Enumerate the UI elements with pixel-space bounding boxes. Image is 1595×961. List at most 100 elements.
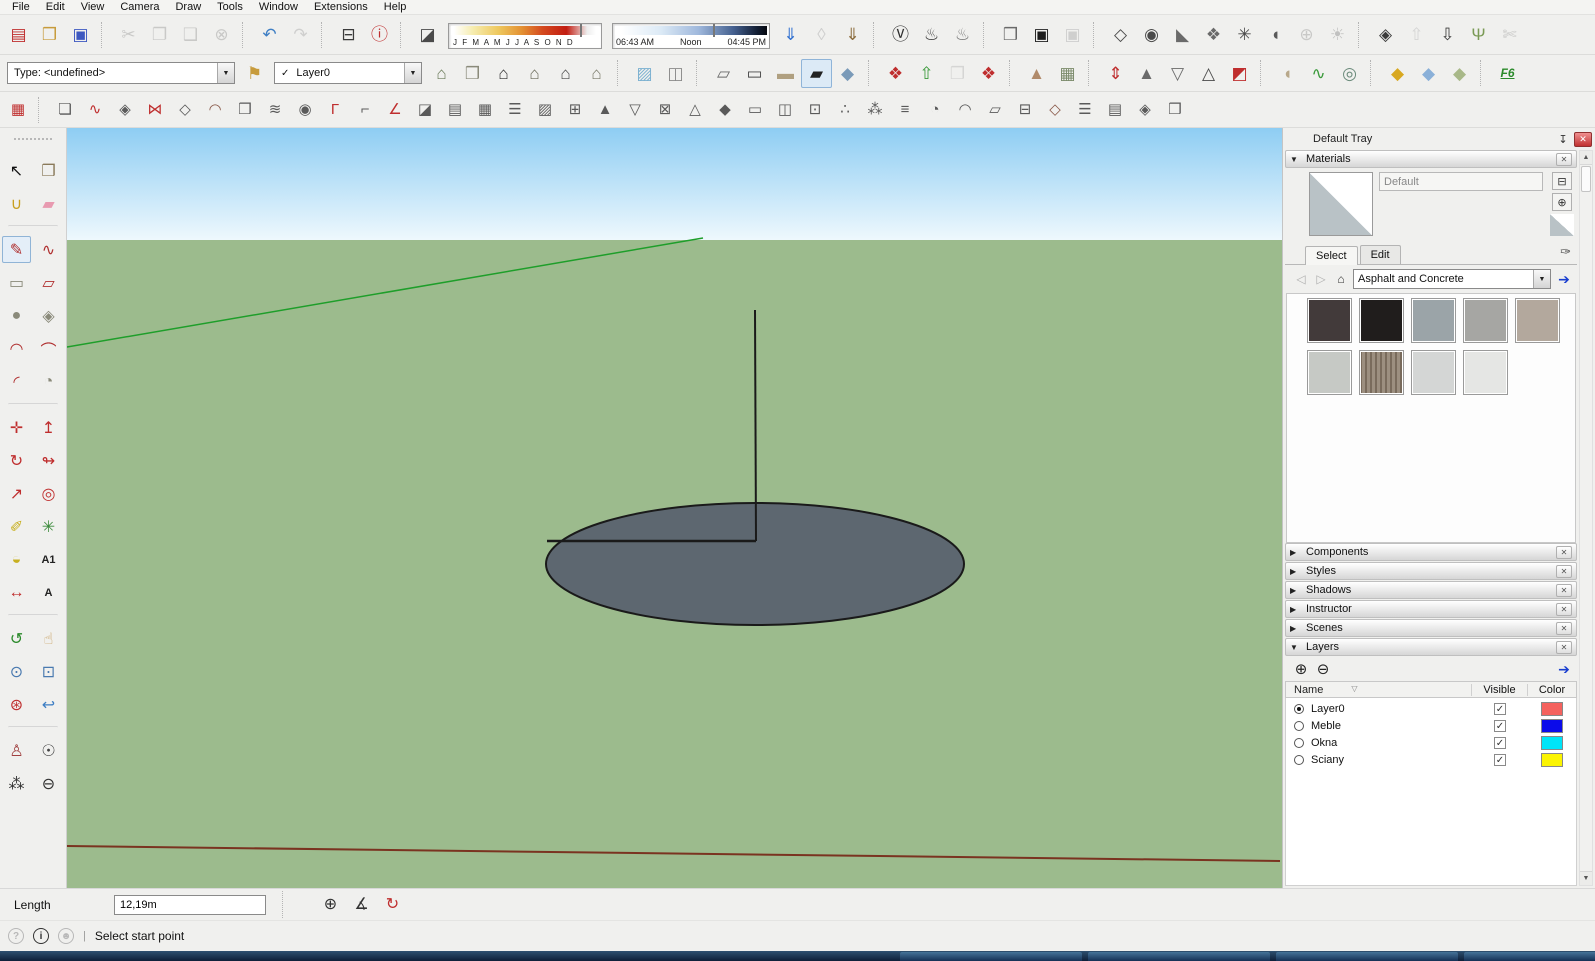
- material-swatch[interactable]: [1463, 298, 1508, 343]
- material-swatch[interactable]: [1359, 298, 1404, 343]
- plugin-tool-36-icon[interactable]: ▤: [1100, 96, 1130, 123]
- pie-tool[interactable]: ◔: [34, 368, 63, 395]
- vray-sphere-icon[interactable]: ⊕: [1291, 20, 1322, 49]
- vray-dome-light-icon[interactable]: ◖: [1260, 20, 1291, 49]
- plugin-tool-31-icon[interactable]: ◠: [950, 96, 980, 123]
- follow-me-tool[interactable]: ↬: [34, 447, 63, 474]
- date-slider-handle[interactable]: [580, 24, 582, 37]
- sandbox-flip-edge-icon[interactable]: ◩: [1224, 59, 1255, 88]
- plugin-tool-37-icon[interactable]: ◈: [1130, 96, 1160, 123]
- shaded-with-textures-icon[interactable]: ▰: [801, 59, 832, 88]
- vray-interactive-render-icon[interactable]: ♨: [947, 20, 978, 49]
- section-close-button[interactable]: ✕: [1556, 584, 1572, 597]
- add-location-icon[interactable]: ⇓: [775, 20, 806, 49]
- secondary-pane-button[interactable]: ⊟: [1552, 172, 1572, 190]
- tab-select[interactable]: Select: [1305, 246, 1358, 265]
- tray-section-header[interactable]: ▶ Styles ✕: [1285, 562, 1577, 580]
- soap-skin-box-green-icon[interactable]: ◆: [1444, 59, 1475, 88]
- expand-arrow-icon[interactable]: ▶: [1290, 586, 1300, 595]
- layer-radio[interactable]: [1294, 738, 1304, 748]
- photo-textures-icon[interactable]: ⇓: [837, 20, 868, 49]
- layer-name[interactable]: Okna: [1311, 737, 1472, 749]
- copy-icon[interactable]: ❐: [144, 20, 175, 49]
- plugin-tool-17-icon[interactable]: ▨: [530, 96, 560, 123]
- collapse-arrow-icon[interactable]: ▼: [1290, 643, 1300, 652]
- share-model-icon[interactable]: ❖: [880, 59, 911, 88]
- vray-sun-icon[interactable]: ☀: [1322, 20, 1353, 49]
- text-tool[interactable]: A1: [34, 546, 63, 573]
- plugin-tool-23-icon[interactable]: ◆: [710, 96, 740, 123]
- protractor-tool[interactable]: ◒: [2, 546, 31, 573]
- menu-item[interactable]: Draw: [167, 0, 209, 14]
- view-left-icon[interactable]: ❒: [457, 59, 488, 88]
- plugin-tool-29-icon[interactable]: ≡: [890, 96, 920, 123]
- soap-skin-box-yellow-icon[interactable]: ◆: [1382, 59, 1413, 88]
- plugin-tool-15-icon[interactable]: ▦: [470, 96, 500, 123]
- vray-render-icon[interactable]: ♨: [916, 20, 947, 49]
- plugin-tool-24-icon[interactable]: ▭: [740, 96, 770, 123]
- share-component-icon[interactable]: ⇧: [911, 59, 942, 88]
- circle-tool[interactable]: ●: [2, 302, 31, 329]
- layers-section-header[interactable]: ▼ Layers ✕: [1285, 638, 1577, 656]
- view-top-icon[interactable]: ⌂: [519, 59, 550, 88]
- plugin-tool-25-icon[interactable]: ◫: [770, 96, 800, 123]
- material-name-field[interactable]: [1379, 172, 1543, 191]
- material-swatch[interactable]: [1307, 298, 1352, 343]
- back-arrow-icon[interactable]: ◁: [1293, 271, 1309, 287]
- layer-name[interactable]: Meble: [1311, 720, 1472, 732]
- layer-name[interactable]: Sciany: [1311, 754, 1472, 766]
- rotated-rectangle-tool[interactable]: ▱: [34, 269, 63, 296]
- tray-close-button[interactable]: ✕: [1574, 132, 1592, 147]
- add-layer-button[interactable]: ⊕: [1293, 661, 1309, 677]
- visible-checkbox[interactable]: ✓: [1494, 737, 1506, 749]
- plugin-tool-11-icon[interactable]: ⌐: [350, 96, 380, 123]
- tab-edit[interactable]: Edit: [1360, 245, 1401, 264]
- expand-arrow-icon[interactable]: ▶: [1290, 567, 1300, 576]
- menu-item[interactable]: View: [73, 0, 113, 14]
- paint-bucket-tool[interactable]: ∪: [2, 190, 31, 217]
- plugin-tool-26-icon[interactable]: ⊡: [800, 96, 830, 123]
- section-close-button[interactable]: ✕: [1556, 565, 1572, 578]
- tray-section-header[interactable]: ▶ Components ✕: [1285, 543, 1577, 561]
- taskbar-button[interactable]: [1276, 952, 1458, 961]
- visible-checkbox[interactable]: ✓: [1494, 754, 1506, 766]
- scroll-down-icon[interactable]: ▼: [1580, 871, 1592, 885]
- dimension-tool[interactable]: ↔: [2, 579, 31, 606]
- plugin-tool-34-icon[interactable]: ◇: [1040, 96, 1070, 123]
- sandbox-from-scratch-icon[interactable]: ▦: [1052, 59, 1083, 88]
- materials-close-button[interactable]: ✕: [1556, 153, 1572, 166]
- zoom-window-tool[interactable]: ⊡: [34, 658, 63, 685]
- vray-spot-light-icon[interactable]: ◣: [1167, 20, 1198, 49]
- make-component-tool[interactable]: ❒: [34, 157, 63, 184]
- scroll-up-icon[interactable]: ▲: [1580, 151, 1592, 165]
- redo-icon[interactable]: ↷: [285, 20, 316, 49]
- tape-measure-tool[interactable]: ✐: [2, 513, 31, 540]
- angular-protractor-icon[interactable]: ⊕: [315, 891, 346, 918]
- vray-frame-buffer-icon[interactable]: ▣: [1026, 20, 1057, 49]
- wireframe-icon[interactable]: ▱: [708, 59, 739, 88]
- plugin-tool-30-icon[interactable]: ◔: [920, 96, 950, 123]
- layer-row[interactable]: Okna ✓: [1286, 734, 1576, 751]
- tray-section-header[interactable]: ▶ Instructor ✕: [1285, 600, 1577, 618]
- plugin-tool-27-icon[interactable]: ∴: [830, 96, 860, 123]
- tray-scrollbar[interactable]: ▲ ▼: [1579, 150, 1593, 886]
- menu-item[interactable]: Extensions: [306, 0, 376, 14]
- save-icon[interactable]: ▣: [65, 20, 96, 49]
- layer-color-swatch[interactable]: [1541, 719, 1563, 733]
- plugin-tool-07-icon[interactable]: ❒: [230, 96, 260, 123]
- position-camera-tool[interactable]: ♙: [2, 737, 31, 764]
- plugin-tool-12-icon[interactable]: ∠: [380, 96, 410, 123]
- layers-details-icon[interactable]: ➔: [1555, 661, 1573, 678]
- model-viewport[interactable]: [67, 128, 1282, 888]
- view-front-icon[interactable]: ⌂: [488, 59, 519, 88]
- plugin-tool-19-icon[interactable]: ▲: [590, 96, 620, 123]
- shaded-icon[interactable]: ▬: [770, 59, 801, 88]
- freehand-tool[interactable]: ∿: [34, 236, 63, 263]
- vray-import-proxy-icon[interactable]: ⇩: [1432, 20, 1463, 49]
- menu-item[interactable]: Tools: [209, 0, 251, 14]
- create-material-button[interactable]: ⊕: [1552, 193, 1572, 211]
- vray-asset-editor-icon[interactable]: ❒: [995, 20, 1026, 49]
- pin-icon[interactable]: ↧: [1555, 131, 1571, 147]
- tray-section-header[interactable]: ▶ Shadows ✕: [1285, 581, 1577, 599]
- pan-tool[interactable]: ☝: [34, 625, 63, 652]
